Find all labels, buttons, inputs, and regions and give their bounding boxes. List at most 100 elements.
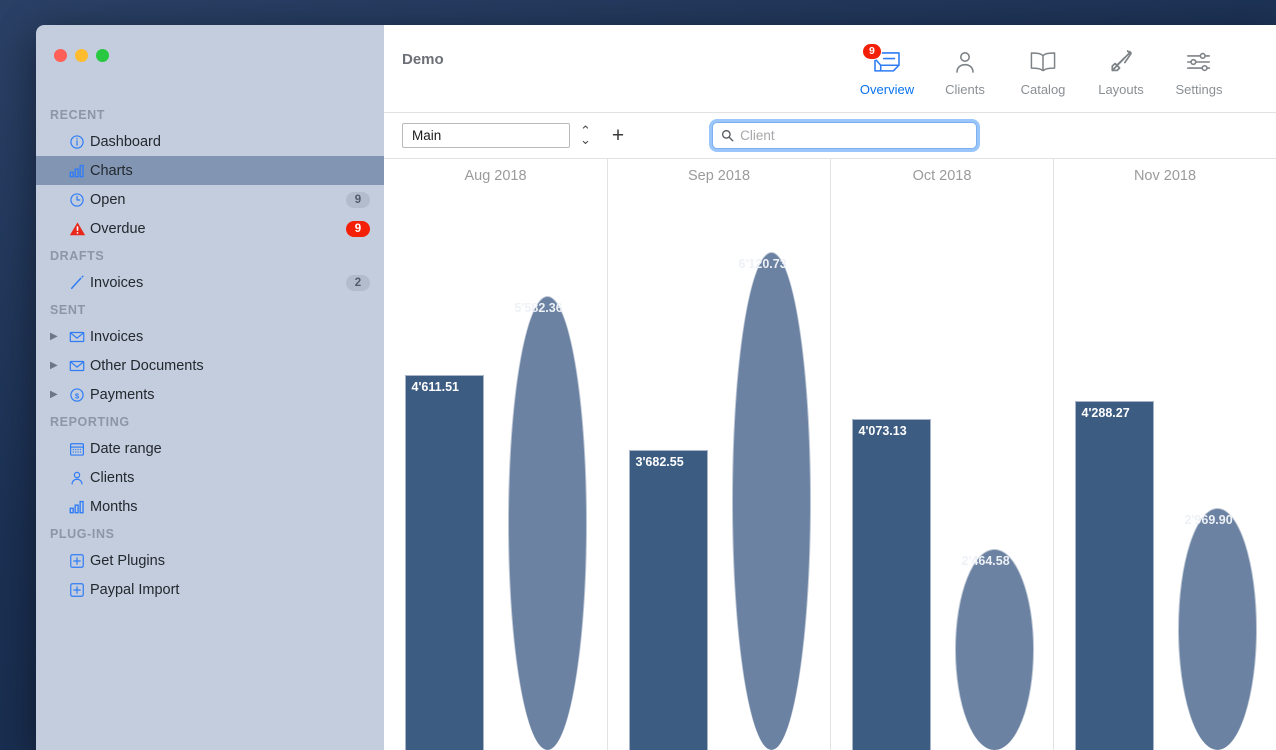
disclosure-spacer: ▶ [50,444,64,454]
tab-layouts[interactable]: Layouts [1082,25,1160,97]
sidebar-item-months[interactable]: ▶ Months [36,492,384,521]
tab-label: Settings [1176,82,1223,97]
bar-chart-icon [64,500,90,514]
chart-bar[interactable]: 2'464.58 [955,549,1034,750]
document-title: Demo [402,51,444,68]
chart-bar-value-label: 6'120.73 [739,257,787,271]
sidebar-item-label: Clients [90,470,134,486]
tab-settings[interactable]: Settings [1160,25,1238,97]
sidebar-item-payments[interactable]: ▶$Payments [36,380,384,409]
sidebar-item-badge: 9 [346,192,370,208]
search-input[interactable] [740,128,968,143]
plus-box-icon [64,582,90,598]
sidebar-item-label: Open [90,192,125,208]
sidebar-item-badge: 9 [346,221,370,237]
disclosure-spacer: ▶ [50,166,64,176]
disclosure-spacer: ▶ [50,137,64,147]
person-icon [952,47,978,77]
search-field[interactable] [712,122,977,149]
chart-column: Oct 2018 4'073.13 2'464.58 [830,159,1053,750]
tab-catalog[interactable]: Catalog [1004,25,1082,97]
sidebar-section-header: DRAFTS [36,243,384,268]
tab-clients[interactable]: Clients [926,25,1004,97]
bar-chart: Aug 20184'611.515'582.36Sep 20183'682.55… [384,159,1276,750]
tab-overview[interactable]: 9 Overview [848,25,926,97]
chart-column-label: Oct 2018 [831,168,1053,184]
tab-label: Overview [860,82,914,97]
sidebar-item-get-plugins[interactable]: ▶Get Plugins [36,546,384,575]
chart-column: Nov 2018 4'288.27 2'969.90 [1053,159,1276,750]
chart-bar[interactable]: 4'611.51 [405,375,484,750]
chart-bar-value-label: 5'582.36 [515,301,563,315]
sidebar-item-charts[interactable]: ▶ Charts [36,156,384,185]
chart-bar-value-label: 2'464.58 [962,554,1010,568]
disclosure-triangle-icon[interactable]: ▶ [50,332,64,342]
sidebar-item-label: Months [90,499,138,515]
disclosure-spacer: ▶ [50,502,64,512]
sidebar-item-paypal-import[interactable]: ▶ Paypal Import [36,575,384,604]
sidebar-item-invoices[interactable]: ▶ Invoices [36,322,384,351]
disclosure-spacer: ▶ [50,556,64,566]
chart-column: Aug 20184'611.515'582.36 [384,159,607,750]
sidebar-nav: RECENT ▶ Dashboard ▶ Charts ▶ Open 9 ▶ Overdue 9 DR… [36,102,384,604]
chart-bar-value-label: 3'682.55 [636,455,684,469]
sidebar-item-label: Paypal Import [90,582,179,598]
close-button[interactable] [54,49,67,62]
disclosure-spacer: ▶ [50,585,64,595]
chart-bar-value-label: 4'073.13 [859,424,907,438]
sidebar-item-open[interactable]: ▶Open9 [36,185,384,214]
chart-bar[interactable]: 5'582.36 [508,296,587,750]
warning-triangle-icon [64,221,90,237]
chart-bar-value-label: 4'288.27 [1082,406,1130,420]
chart-bar[interactable]: 6'120.73 [732,252,811,750]
brush-icon [1108,47,1134,77]
sidebar-item-other-documents[interactable]: ▶Other Documents [36,351,384,380]
chart-bar-value-label: 4'611.51 [412,380,459,394]
chart-bar[interactable]: 4'288.27 [1075,401,1154,750]
preset-select[interactable]: Main [402,123,570,148]
tab-label: Clients [945,82,985,97]
chart-bar[interactable]: 4'073.13 [852,419,931,750]
disclosure-triangle-icon[interactable]: ▶ [50,361,64,371]
search-icon [721,129,734,142]
sidebar-item-label: Dashboard [90,134,161,150]
disclosure-triangle-icon[interactable]: ▶ [50,390,64,400]
envelope-icon [64,329,90,345]
sidebar-section-header: RECENT [36,102,384,127]
book-icon [1029,47,1057,77]
chart-bar-value-label: 2'969.90 [1185,513,1233,527]
disclosure-spacer: ▶ [50,473,64,483]
sidebar-item-invoices[interactable]: ▶Invoices2 [36,268,384,297]
sidebar-item-label: Date range [90,441,162,457]
add-preset-button[interactable]: + [612,125,624,146]
sidebar-item-dashboard[interactable]: ▶ Dashboard [36,127,384,156]
plus-box-icon [64,553,90,569]
clock-icon [64,192,90,208]
sidebar: RECENT ▶ Dashboard ▶ Charts ▶ Open 9 ▶ Overdue 9 DR… [36,25,384,750]
sidebar-item-label: Overdue [90,221,146,237]
toolbar-tabs: 9 Overview Clients Catalog Layouts Settings [848,25,1276,97]
sidebar-item-badge: 2 [346,275,370,291]
sidebar-item-label: Charts [90,163,133,179]
minimize-button[interactable] [75,49,88,62]
tab-label: Layouts [1098,82,1144,97]
sidebar-item-date-range[interactable]: ▶ Date range [36,434,384,463]
chart-column-label: Nov 2018 [1054,168,1276,184]
tab-badge: 9 [862,43,882,60]
preset-stepper[interactable]: ⌃ ⌄ [580,127,591,143]
sidebar-section-header: REPORTING [36,409,384,434]
chevron-down-icon: ⌄ [580,136,591,144]
calendar-icon [64,441,90,457]
chart-bar[interactable]: 2'969.90 [1178,508,1257,750]
sidebar-item-clients[interactable]: ▶ Clients [36,463,384,492]
pencil-icon [64,275,90,291]
app-window: RECENT ▶ Dashboard ▶ Charts ▶ Open 9 ▶ Overdue 9 DR… [36,25,1276,750]
disclosure-spacer: ▶ [50,224,64,234]
tab-label: Catalog [1021,82,1066,97]
sidebar-item-label: Invoices [90,329,143,345]
chart-bar[interactable]: 3'682.55 [629,450,708,750]
zoom-button[interactable] [96,49,109,62]
inbox-icon: 9 [872,47,902,77]
window-traffic-lights [36,25,384,62]
sidebar-item-overdue[interactable]: ▶ Overdue 9 [36,214,384,243]
